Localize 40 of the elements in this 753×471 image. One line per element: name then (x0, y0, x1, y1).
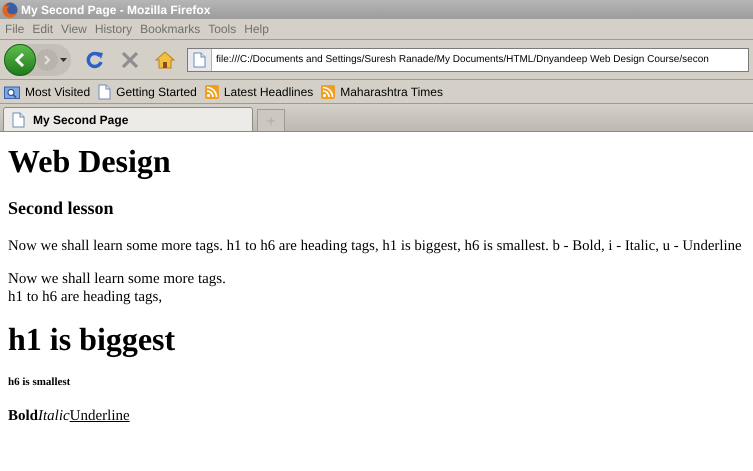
left-chevron-icon (14, 52, 26, 66)
bookmark-link[interactable]: Maharashtra Times (340, 82, 443, 100)
bookmark-link[interactable]: Latest Headlines (224, 82, 314, 100)
text-line: Now we shall learn some more tags. (8, 270, 226, 288)
stop-icon[interactable] (121, 50, 139, 68)
feed-icon (321, 84, 336, 98)
reload-icon[interactable] (85, 50, 105, 70)
browser-logo-icon (2, 2, 18, 18)
italic-text: Italic (38, 407, 70, 425)
dropdown-caret-icon[interactable] (60, 58, 67, 62)
bold-text: Bold (8, 407, 38, 425)
browser-tab[interactable]: My Second Page (3, 107, 253, 131)
menu-item[interactable]: History (92, 20, 134, 38)
menu-item[interactable]: Bookmarks (138, 20, 202, 38)
url-text: file:///C:/Documents and Settings/Suresh Ranade/My Documents/HTML/Dnyandeep Web Design Course/secon (216, 53, 709, 67)
page-icon (98, 84, 112, 100)
page-icon (193, 52, 206, 68)
heading: Web Design (8, 143, 172, 180)
menu-item[interactable]: Help (242, 20, 271, 38)
plus-icon (267, 116, 275, 124)
small-heading: h6 is smallest (8, 376, 72, 389)
menu-item[interactable]: Edit (30, 20, 56, 38)
menu-item[interactable]: View (59, 20, 89, 38)
tab-page-icon (12, 112, 25, 128)
right-chevron-icon (43, 54, 51, 64)
menu-item[interactable]: Tools (206, 20, 238, 38)
text-line: h1 to h6 are heading tags, (8, 288, 162, 306)
home-icon[interactable] (155, 50, 175, 68)
address-field[interactable]: file:///C:/Documents and Settings/Suresh Ranade/My Documents/HTML/Dnyandeep Web Design Course/secon (187, 48, 749, 72)
menu-item[interactable]: File (3, 20, 26, 38)
bookmark-link[interactable]: Getting Started (116, 82, 197, 100)
underlined-text: Underline (70, 407, 130, 425)
subheading: Second lesson (8, 198, 115, 219)
heading: h1 is biggest (8, 321, 176, 358)
folder-search-icon (4, 84, 20, 98)
window-title: My Second Page - Mozilla Firefox (21, 2, 210, 18)
feed-icon (204, 84, 219, 98)
paragraph: Now we shall learn some more tags. h1 to h6 are heading tags, h1 is biggest, h6 is smallest. b - Bold, i - Italic, u - Underline (8, 237, 742, 255)
bookmark-link[interactable]: Most Visited (25, 82, 90, 100)
back-button[interactable] (4, 44, 36, 76)
